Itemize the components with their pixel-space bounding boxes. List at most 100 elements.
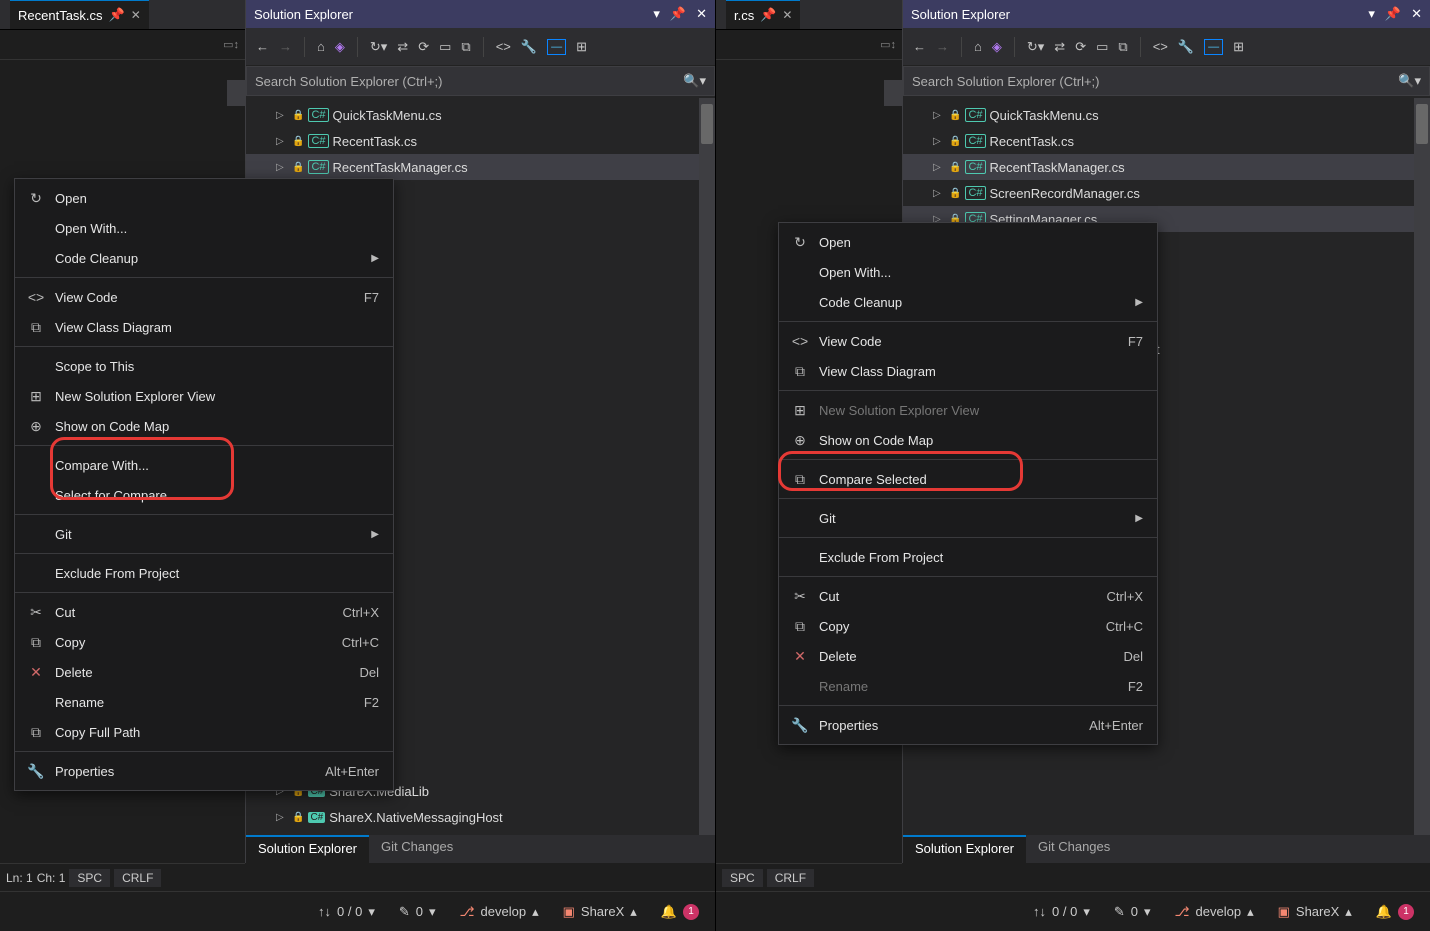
menu-item[interactable]: ⧉View Class Diagram xyxy=(15,312,393,342)
menu-item[interactable]: ⊕Show on Code Map xyxy=(779,425,1157,455)
menu-item[interactable]: Git▶ xyxy=(779,503,1157,533)
menu-item[interactable]: Compare With... xyxy=(15,450,393,480)
chevron-icon[interactable]: ▷ xyxy=(933,110,945,121)
close-icon[interactable]: ✕ xyxy=(1411,6,1422,22)
split-icon[interactable]: ▭↕ xyxy=(880,38,896,51)
menu-item[interactable]: ↻Open xyxy=(15,183,393,213)
close-icon[interactable]: ✕ xyxy=(782,8,792,22)
back-icon[interactable]: ← xyxy=(256,39,269,54)
chevron-icon[interactable]: ▷ xyxy=(933,162,945,173)
tree-icon[interactable]: ⊞ xyxy=(576,39,587,55)
scrollbar[interactable] xyxy=(699,98,715,835)
panel-title-bar[interactable]: Solution Explorer ▾ 📌 ✕ xyxy=(246,0,715,28)
status-notifications[interactable]: 🔔 1 xyxy=(1376,904,1414,920)
close-icon[interactable]: ✕ xyxy=(696,6,707,22)
forward-icon[interactable]: → xyxy=(279,39,292,54)
context-menu[interactable]: ↻OpenOpen With...Code Cleanup▶ <>View Cod… xyxy=(14,178,394,791)
split-icon[interactable]: ▭↕ xyxy=(223,38,239,51)
tab-git-changes[interactable]: Git Changes xyxy=(369,835,465,863)
sync-icon[interactable]: ↻▾ xyxy=(1027,39,1044,55)
menu-item[interactable]: ⧉CopyCtrl+C xyxy=(15,627,393,657)
panel-title-bar[interactable]: Solution Explorer ▾ 📌 ✕ xyxy=(903,0,1430,28)
status-crlf[interactable]: CRLF xyxy=(114,869,161,887)
preview-icon[interactable]: — xyxy=(547,39,566,55)
tree-icon[interactable]: ⊞ xyxy=(1233,39,1244,55)
vs-icon[interactable]: ◈ xyxy=(992,39,1002,55)
chevron-icon[interactable]: ▷ xyxy=(276,136,288,147)
scroll-thumb[interactable] xyxy=(884,80,902,106)
menu-item[interactable]: ⧉Copy Full Path xyxy=(15,717,393,747)
window-menu-icon[interactable]: ▾ xyxy=(653,6,660,22)
pin-icon[interactable]: 📌 xyxy=(109,7,125,23)
refresh-icon[interactable]: ⟳ xyxy=(1075,39,1086,55)
chevron-icon[interactable]: ▷ xyxy=(276,110,288,121)
tree-item[interactable]: ▷🔒C#QuickTaskMenu.cs xyxy=(246,102,715,128)
menu-item[interactable]: ⧉CopyCtrl+C xyxy=(779,611,1157,641)
menu-item[interactable]: ⧉View Class Diagram xyxy=(779,356,1157,386)
status-spc[interactable]: SPC xyxy=(69,869,110,887)
preview-icon[interactable]: — xyxy=(1204,39,1223,55)
menu-item[interactable]: Scope to This xyxy=(15,351,393,381)
status-notifications[interactable]: 🔔 1 xyxy=(661,904,699,920)
collapse-icon[interactable]: ▭ xyxy=(439,39,451,55)
menu-item[interactable]: ✕DeleteDel xyxy=(779,641,1157,671)
tree-item[interactable]: ▷🔒C#RecentTaskManager.cs xyxy=(903,154,1430,180)
menu-item[interactable]: Git▶ xyxy=(15,519,393,549)
back-icon[interactable]: ← xyxy=(913,39,926,54)
tab-solution-explorer[interactable]: Solution Explorer xyxy=(903,835,1026,863)
show-all-icon[interactable]: ⧉ xyxy=(1118,39,1127,55)
chevron-icon[interactable]: ▷ xyxy=(276,812,288,823)
tree-item[interactable]: ▷🔒C#RecentTask.cs xyxy=(903,128,1430,154)
scrollbar[interactable] xyxy=(1414,98,1430,835)
menu-item[interactable]: Open With... xyxy=(779,257,1157,287)
menu-item[interactable]: ⊕Show on Code Map xyxy=(15,411,393,441)
menu-item[interactable]: ↻Open xyxy=(779,227,1157,257)
tab-file[interactable]: RecentTask.cs 📌 ✕ xyxy=(10,0,149,29)
status-branch[interactable]: ⎇ develop ▴ xyxy=(1175,904,1254,920)
search-box[interactable]: Search Solution Explorer (Ctrl+;) 🔍▾ xyxy=(903,66,1430,96)
menu-item[interactable]: ✂CutCtrl+X xyxy=(779,581,1157,611)
refresh-icon[interactable]: ⟳ xyxy=(418,39,429,55)
search-icon[interactable]: 🔍▾ xyxy=(683,73,706,89)
menu-item[interactable]: ⧉Compare Selected xyxy=(779,464,1157,494)
scroll-thumb[interactable] xyxy=(227,80,245,106)
chevron-icon[interactable]: ▷ xyxy=(276,162,288,173)
menu-item[interactable]: ⊞New Solution Explorer View xyxy=(15,381,393,411)
sync-icon[interactable]: ↻▾ xyxy=(370,39,387,55)
filter-icon[interactable]: ⇄ xyxy=(397,39,408,55)
menu-item[interactable]: ✕DeleteDel xyxy=(15,657,393,687)
window-menu-icon[interactable]: ▾ xyxy=(1368,6,1375,22)
status-changes[interactable]: ↑↓ 0 / 0▾ xyxy=(1033,904,1090,920)
menu-item[interactable]: ✂CutCtrl+X xyxy=(15,597,393,627)
code-icon[interactable]: <> xyxy=(496,39,511,54)
tree-item[interactable]: ▷🔒C#RecentTask.cs xyxy=(246,128,715,154)
status-changes[interactable]: ↑↓ 0 / 0▾ xyxy=(318,904,375,920)
scrollbar-thumb[interactable] xyxy=(1416,104,1428,144)
status-branch[interactable]: ⎇ develop ▴ xyxy=(460,904,539,920)
status-spc[interactable]: SPC xyxy=(722,869,763,887)
menu-item[interactable]: 🔧PropertiesAlt+Enter xyxy=(15,756,393,786)
status-repo[interactable]: ▣ ShareX ▴ xyxy=(1278,904,1352,920)
forward-icon[interactable]: → xyxy=(936,39,949,54)
menu-item[interactable]: Open With... xyxy=(15,213,393,243)
chevron-icon[interactable]: ▷ xyxy=(933,136,945,147)
status-edits[interactable]: ✎ 0▾ xyxy=(1114,904,1151,920)
show-all-icon[interactable]: ⧉ xyxy=(461,39,470,55)
vs-icon[interactable]: ◈ xyxy=(335,39,345,55)
filter-icon[interactable]: ⇄ xyxy=(1054,39,1065,55)
chevron-icon[interactable]: ▷ xyxy=(933,188,945,199)
wrench-icon[interactable]: 🔧 xyxy=(1178,39,1194,55)
menu-item[interactable]: Select for Compare xyxy=(15,480,393,510)
tree-item[interactable]: ▷🔒C#RecentTaskManager.cs xyxy=(246,154,715,180)
collapse-icon[interactable]: ▭ xyxy=(1096,39,1108,55)
menu-item[interactable]: RenameF2 xyxy=(15,687,393,717)
home-icon[interactable]: ⌂ xyxy=(974,39,982,54)
tree-item[interactable]: ▷🔒C#ScreenRecordManager.cs xyxy=(903,180,1430,206)
scrollbar-thumb[interactable] xyxy=(701,104,713,144)
tab-git-changes[interactable]: Git Changes xyxy=(1026,835,1122,863)
menu-item[interactable]: Code Cleanup▶ xyxy=(15,243,393,273)
menu-item[interactable]: <>View CodeF7 xyxy=(15,282,393,312)
pin-icon[interactable]: 📌 xyxy=(760,7,776,23)
code-icon[interactable]: <> xyxy=(1153,39,1168,54)
tree-item[interactable]: ▷🔒C#QuickTaskMenu.cs xyxy=(903,102,1430,128)
